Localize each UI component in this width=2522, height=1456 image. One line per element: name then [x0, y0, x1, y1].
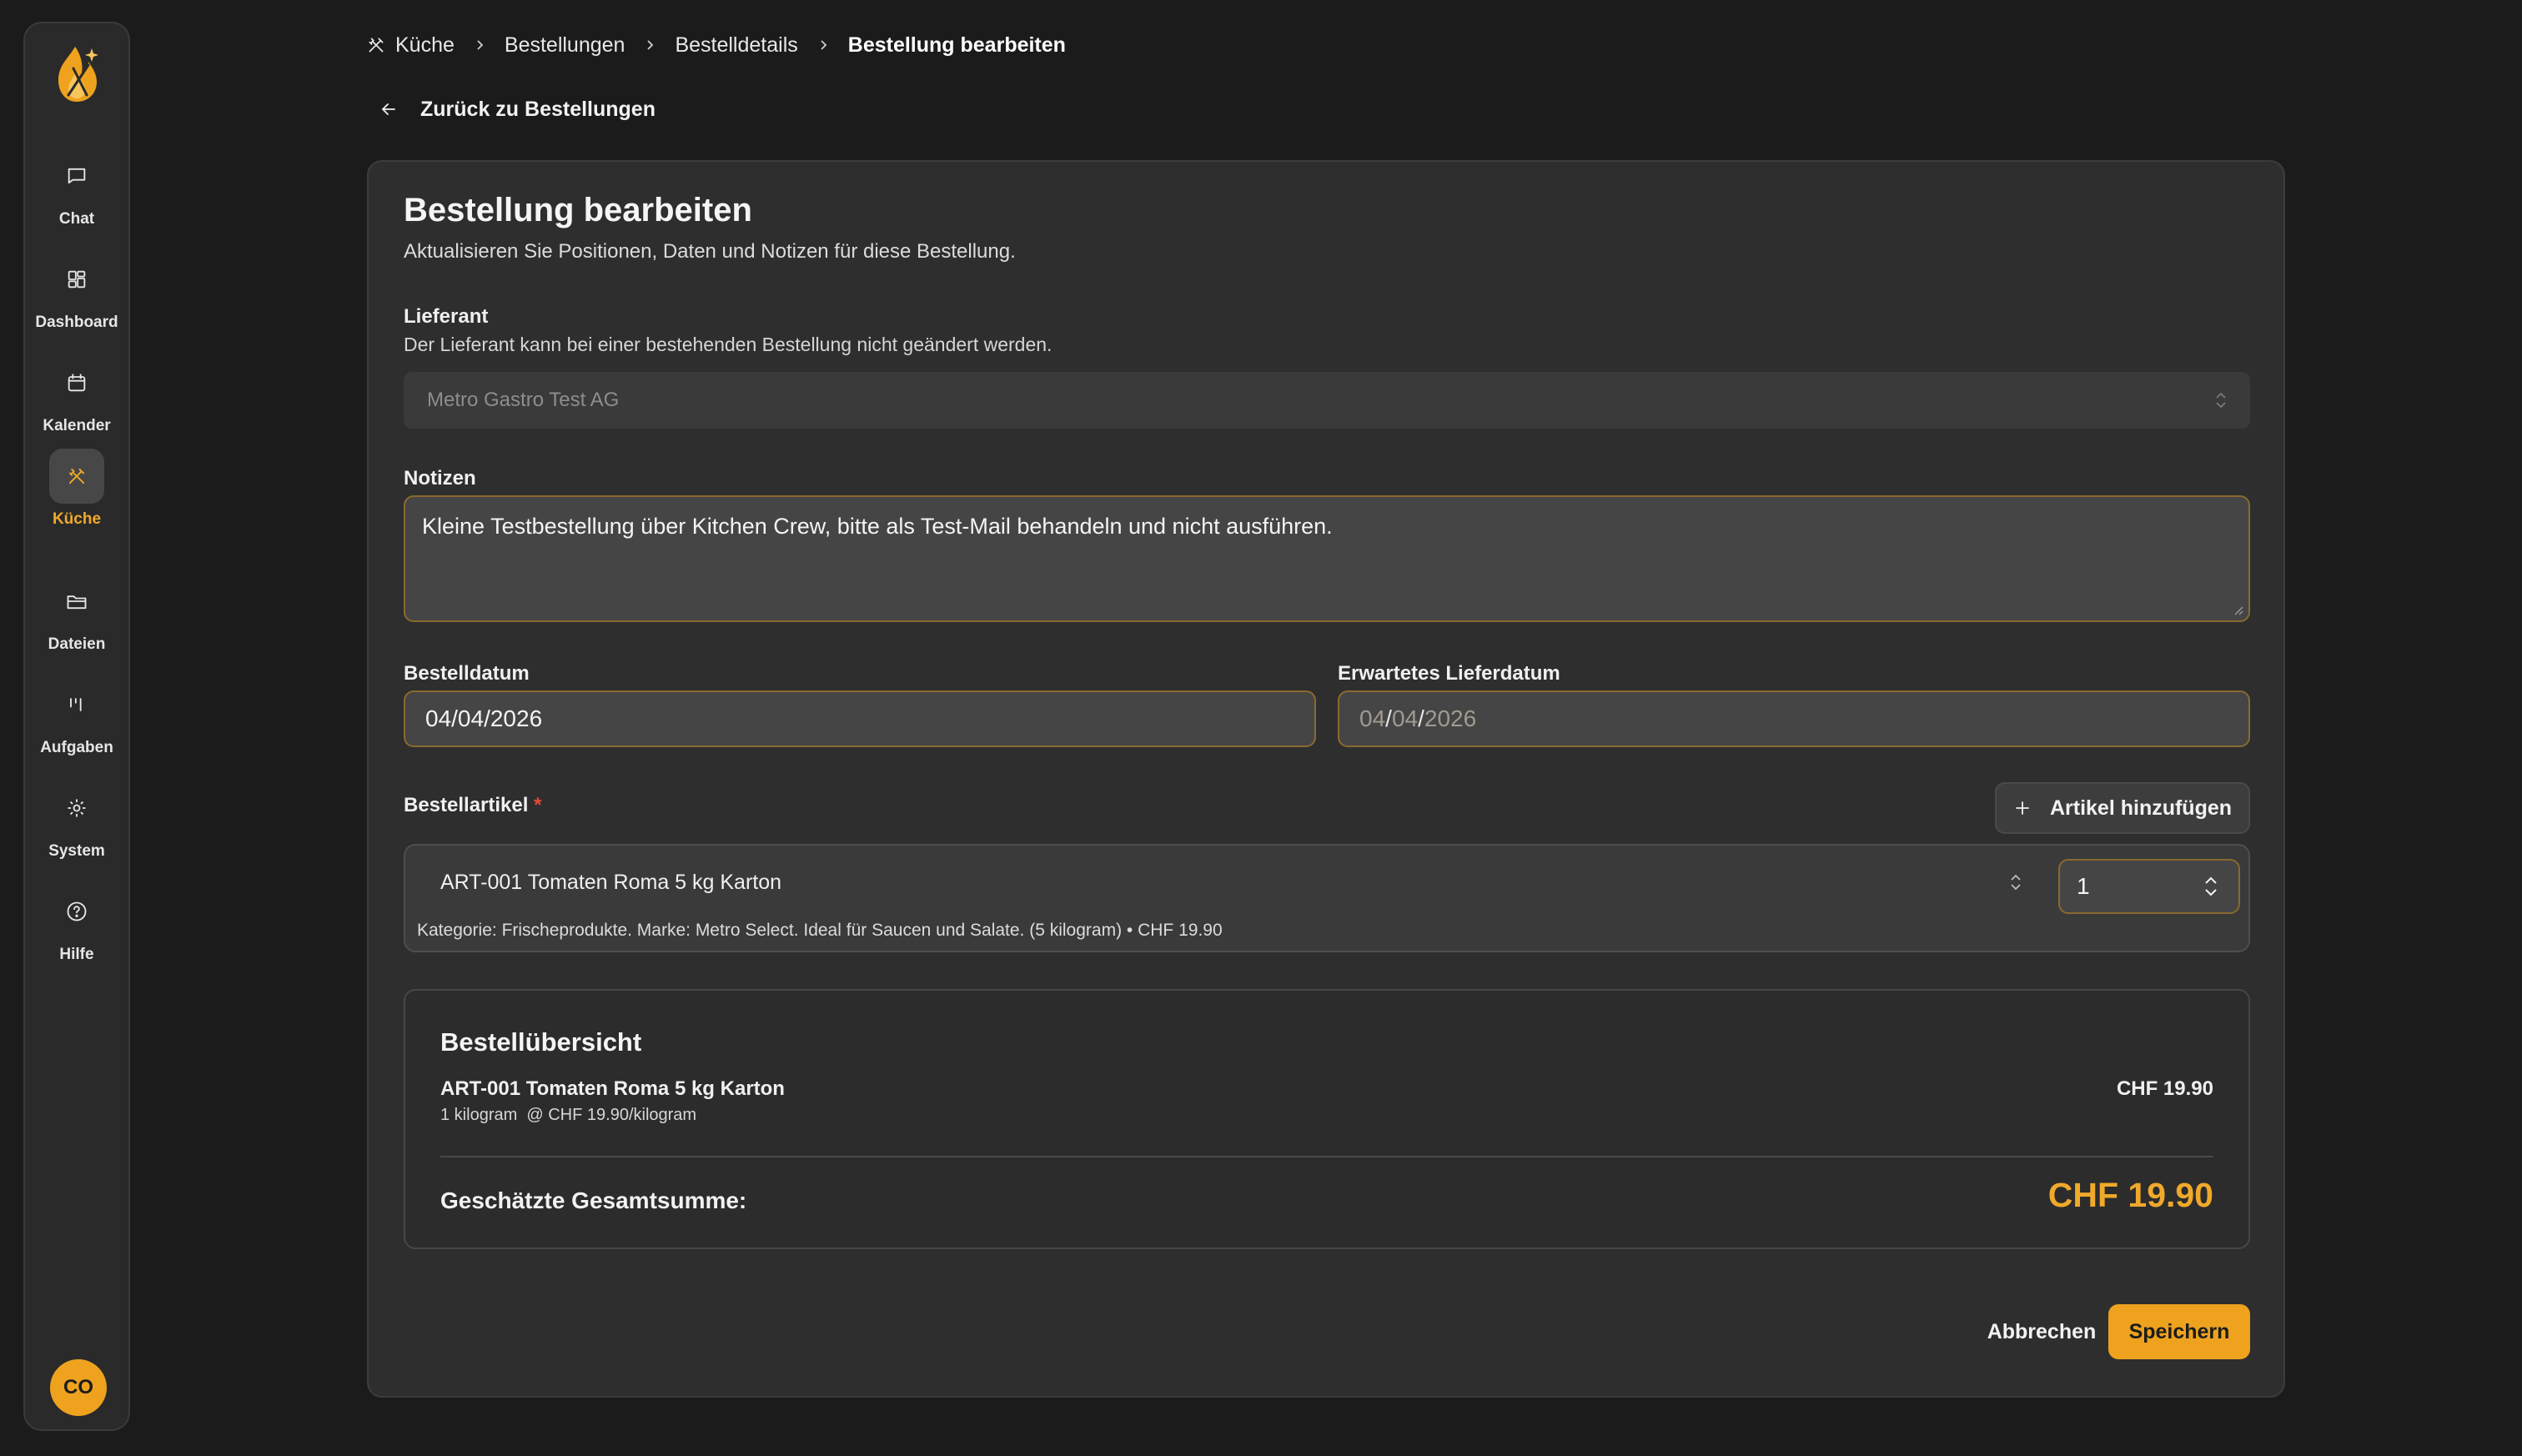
add-item-label: Artikel hinzufügen: [2049, 796, 2233, 820]
order-item-row: ART-001 Tomaten Roma 5 kg Karton 1 Kateg…: [404, 844, 2250, 952]
quantity-stepper[interactable]: 1: [2058, 859, 2240, 914]
breadcrumb-item-current: Bestellung bearbeiten: [847, 33, 1066, 57]
utensils-icon: [49, 449, 104, 504]
breadcrumb-item-order-details[interactable]: Bestelldetails: [675, 33, 797, 58]
sidebar-item-label: Chat: [58, 210, 95, 228]
sidebar: Chat Dashboard Kalender Küche Dateien Au…: [23, 22, 130, 1431]
back-link[interactable]: Zurück zu Bestellungen: [379, 95, 656, 123]
cancel-button[interactable]: Abbrechen: [1958, 1304, 2125, 1359]
help-icon: [49, 884, 104, 939]
edit-order-card: Bestellung bearbeiten Aktualisieren Sie …: [367, 160, 2285, 1398]
sidebar-item-files[interactable]: Dateien: [25, 574, 128, 665]
order-summary: Bestellübersicht ART-001 Tomaten Roma 5 …: [404, 989, 2250, 1249]
order-items-label: Bestellartikel *: [404, 794, 541, 817]
notes-textarea[interactable]: Kleine Testbestellung über Kitchen Crew,…: [404, 495, 2250, 622]
supplier-label: Lieferant: [404, 305, 489, 328]
plus-icon: [2016, 801, 2029, 815]
chevron-up-down-icon: [2216, 392, 2226, 409]
sidebar-item-label: System: [48, 842, 105, 860]
sidebar-item-tasks[interactable]: Aufgaben: [25, 677, 128, 769]
summary-title: Bestellübersicht: [440, 1027, 642, 1057]
page-title: Bestellung bearbeiten: [404, 192, 752, 228]
order-items-label-text: Bestellartikel: [404, 794, 529, 816]
product-value: ART-001 Tomaten Roma 5 kg Karton: [440, 870, 782, 894]
sidebar-item-chat[interactable]: Chat: [25, 148, 128, 240]
sidebar-item-label: Hilfe: [59, 946, 94, 963]
arrow-left-icon: [381, 103, 395, 115]
sidebar-item-label: Kalender: [43, 417, 111, 434]
sidebar-item-help[interactable]: Hilfe: [25, 884, 128, 976]
sidebar-item-label: Aufgaben: [40, 739, 113, 756]
sidebar-item-label: Dateien: [48, 635, 106, 653]
sidebar-item-label: Küche: [52, 510, 102, 528]
divider: [440, 1156, 2213, 1157]
supplier-value: Metro Gastro Test AG: [427, 389, 620, 411]
delivery-date-year: 2026: [1424, 705, 1477, 731]
sidebar-item-label: Dashboard: [35, 314, 118, 331]
breadcrumb-label: Küche: [395, 33, 455, 57]
total-value: CHF 19.90: [2047, 1176, 2213, 1214]
product-meta: Kategorie: Frischeprodukte. Marke: Metro…: [417, 921, 1223, 940]
total-label: Geschätzte Gesamtsumme:: [440, 1187, 747, 1213]
supplier-help: Der Lieferant kann bei einer bestehenden…: [404, 334, 1053, 355]
stepper-arrows-icon[interactable]: [2202, 874, 2220, 899]
chevron-right-icon: [821, 40, 827, 50]
required-mark: *: [534, 794, 542, 816]
summary-line-name: ART-001 Tomaten Roma 5 kg Karton: [440, 1077, 785, 1100]
calendar-icon: [49, 355, 104, 410]
sidebar-item-dashboard[interactable]: Dashboard: [25, 252, 128, 344]
delivery-date-label: Erwartetes Lieferdatum: [1338, 662, 1560, 685]
sidebar-item-system[interactable]: System: [25, 781, 128, 872]
chevron-right-icon: [647, 40, 654, 50]
product-select[interactable]: ART-001 Tomaten Roma 5 kg Karton: [405, 854, 2048, 911]
summary-line-detail: 1 kilogram @ CHF 19.90/kilogram: [440, 1106, 697, 1124]
chevron-right-icon: [477, 40, 484, 50]
add-item-button[interactable]: Artikel hinzufügen: [1995, 782, 2250, 834]
notes-label: Notizen: [404, 467, 476, 490]
delivery-date-month: 04: [1359, 705, 1386, 731]
dashboard-icon: [49, 252, 104, 307]
breadcrumb-item-orders[interactable]: Bestellungen: [505, 33, 625, 58]
save-button[interactable]: Speichern: [2108, 1304, 2250, 1359]
order-date-label: Bestelldatum: [404, 662, 530, 685]
folder-icon: [49, 574, 104, 629]
tasks-icon: [49, 677, 104, 732]
breadcrumb-item-kitchen[interactable]: Küche: [365, 33, 455, 58]
gear-icon: [49, 781, 104, 836]
notes-value: Kleine Testbestellung über Kitchen Crew,…: [422, 514, 1333, 539]
page-subtitle: Aktualisieren Sie Positionen, Daten und …: [404, 240, 1016, 263]
utensils-icon: [369, 38, 384, 53]
chat-icon: [49, 148, 104, 203]
delivery-date-input[interactable]: 04/04/2026: [1338, 690, 2250, 747]
supplier-select: Metro Gastro Test AG: [404, 372, 2250, 429]
resize-handle-icon[interactable]: [2232, 604, 2243, 615]
delivery-date-day: 04: [1391, 705, 1419, 731]
sidebar-item-calendar[interactable]: Kalender: [25, 355, 128, 447]
back-link-label: Zurück zu Bestellungen: [420, 97, 656, 121]
summary-line-price: CHF 19.90: [2116, 1077, 2213, 1100]
flame-utensils-logo[interactable]: [50, 40, 105, 107]
breadcrumb: Küche Bestellungen Bestelldetails Bestel…: [365, 32, 1066, 58]
chevron-up-down-icon: [2011, 874, 2021, 891]
quantity-value: 1: [2077, 873, 2090, 899]
avatar[interactable]: CO: [50, 1359, 107, 1416]
order-date-value: 04/04/2026: [425, 705, 543, 731]
sidebar-item-kitchen[interactable]: Küche: [25, 449, 128, 540]
order-date-input[interactable]: 04/04/2026: [404, 690, 1316, 747]
